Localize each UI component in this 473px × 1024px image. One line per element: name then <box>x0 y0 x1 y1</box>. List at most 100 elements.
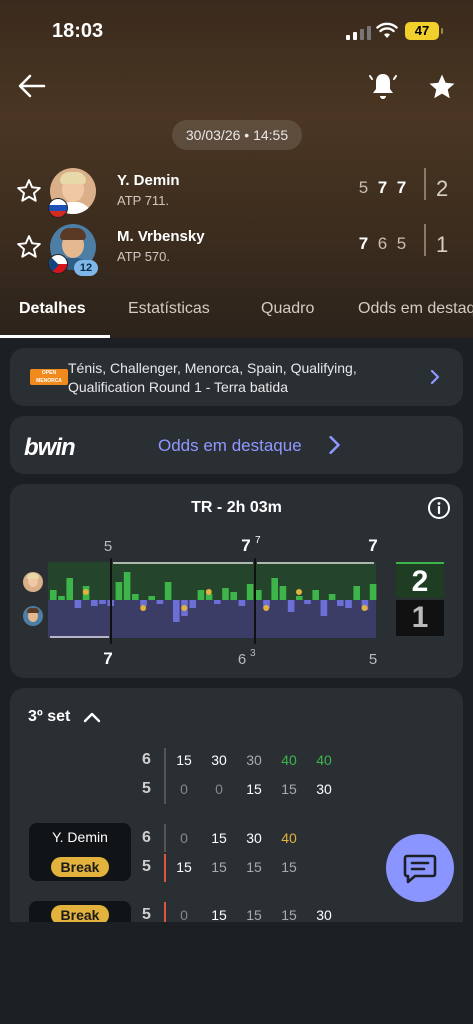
break-dot <box>361 605 368 611</box>
point: 15 <box>211 830 227 846</box>
point: 0 <box>215 781 223 797</box>
point: 15 <box>281 907 297 923</box>
games-count: 5 <box>142 780 151 797</box>
set-scores: 5 7 7 <box>358 178 407 198</box>
tournament-logo: OPEN MENORCA <box>30 369 68 385</box>
match-datetime: 30/03/26 • 14:55 <box>172 120 302 150</box>
momentum-bar <box>99 600 106 604</box>
point: 0 <box>180 830 188 846</box>
momentum-bar <box>189 600 196 608</box>
czech-flag-icon <box>48 254 68 274</box>
chevron-right-icon <box>329 436 340 454</box>
momentum-bar <box>304 600 311 604</box>
status-bar: 18:03 47 <box>0 18 473 44</box>
featured-odds-link[interactable]: Odds em destaque <box>158 436 302 456</box>
sets-won-player2: 1 <box>396 600 444 636</box>
momentum-bar <box>173 600 180 622</box>
tournament-card[interactable]: OPEN MENORCA Ténis, Challenger, Menorca,… <box>10 348 463 406</box>
point: 30 <box>246 830 262 846</box>
momentum-bar <box>320 600 328 616</box>
momentum-bar <box>214 600 221 604</box>
momentum-bar <box>222 588 229 600</box>
point: 15 <box>246 859 262 875</box>
momentum-bar <box>328 594 336 600</box>
odds-banner[interactable]: bwin Odds em destaque <box>10 416 463 474</box>
momentum-bar <box>91 600 98 606</box>
chat-button[interactable] <box>386 834 454 902</box>
sets-won-player1: 2 <box>396 562 444 598</box>
break-dot <box>263 605 270 611</box>
player-rank: ATP 711. <box>117 193 170 208</box>
set-title-label: 3º set <box>28 708 71 725</box>
player-name: M. Vrbensky <box>117 228 205 245</box>
bottom-area <box>0 922 473 1024</box>
match-header: 18:03 47 30/03/26 • 14:55 Y. Demin ATP 7… <box>0 0 473 338</box>
tab-statistics[interactable]: Estatísticas <box>128 300 210 318</box>
momentum-bar <box>66 578 73 600</box>
point: 15 <box>176 859 192 875</box>
player-row-2[interactable]: 12 M. Vrbensky ATP 570. 7 6 5 1 <box>0 224 473 276</box>
clock: 18:03 <box>52 20 104 42</box>
sets-won: 1 <box>436 232 449 257</box>
point: 40 <box>281 752 297 768</box>
tournament-line-1: Ténis, Challenger, Menorca, Spain, Quali… <box>68 360 357 376</box>
point: 0 <box>180 907 188 923</box>
point: 30 <box>246 752 262 768</box>
set-score-bottom: 5 <box>369 651 377 668</box>
break-dot <box>296 589 302 595</box>
point: 30 <box>211 752 227 768</box>
divider <box>424 224 426 256</box>
set-score: 7 <box>377 178 388 197</box>
set-score-bottom: 6 <box>238 651 246 668</box>
momentum-bar <box>58 596 65 600</box>
tab-bar: Detalhes Estatísticas Quadro Odds em des… <box>0 290 473 338</box>
break-dot <box>140 605 147 611</box>
momentum-bar <box>115 582 123 600</box>
star-outline-icon[interactable] <box>16 178 42 204</box>
tiebreak-score: 3 <box>250 648 256 659</box>
point: 15 <box>246 781 262 797</box>
point: 0 <box>180 781 188 797</box>
player2-mini-avatar <box>23 606 43 626</box>
break-dot <box>181 605 188 611</box>
tab-draw[interactable]: Quadro <box>261 300 314 318</box>
chevron-up-icon <box>83 712 100 722</box>
point-row: 6 15 30 30 40 40 <box>10 747 463 775</box>
break-dot <box>205 589 212 595</box>
bwin-logo: bwin <box>24 434 76 461</box>
set-score: 7 <box>396 178 407 197</box>
momentum-bar <box>123 572 131 600</box>
chevron-right-icon <box>430 370 440 384</box>
momentum-bar <box>197 590 205 600</box>
point: 40 <box>316 752 332 768</box>
point: 15 <box>211 859 227 875</box>
star-outline-icon[interactable] <box>16 234 42 260</box>
favorite-star-icon[interactable] <box>427 72 457 102</box>
momentum-bar <box>279 586 287 600</box>
active-tab-indicator <box>0 335 110 338</box>
set-score: 5 <box>358 178 369 197</box>
point: 30 <box>316 781 332 797</box>
games-count: 6 <box>142 751 151 768</box>
player-row-1[interactable]: Y. Demin ATP 711. 5 7 7 2 <box>0 168 473 218</box>
back-arrow-icon[interactable] <box>16 72 48 100</box>
notification-bell-icon[interactable] <box>368 70 398 102</box>
point-row: 5 0 0 15 15 30 <box>10 776 463 804</box>
battery-icon: 47 <box>405 22 443 40</box>
tab-details[interactable]: Detalhes <box>19 300 86 318</box>
tab-featured-odds[interactable]: Odds em destaque <box>358 300 473 318</box>
momentum-bar <box>164 582 172 600</box>
point: 15 <box>176 752 192 768</box>
momentum-bar <box>296 596 303 600</box>
games-count: 6 <box>142 829 151 846</box>
set-score-top: 7 <box>368 536 377 555</box>
set-title[interactable]: 3º set <box>28 708 101 726</box>
momentum-bar <box>287 600 295 612</box>
momentum-bar <box>74 600 82 608</box>
momentum-card: TR - 2h 03m 5 7 7 7 7 6 3 5 2 1 <box>10 484 463 678</box>
momentum-bar <box>353 586 360 600</box>
set-score: 6 <box>377 234 388 253</box>
wifi-icon <box>376 22 398 38</box>
point: 15 <box>281 781 297 797</box>
momentum-bar <box>345 600 352 608</box>
